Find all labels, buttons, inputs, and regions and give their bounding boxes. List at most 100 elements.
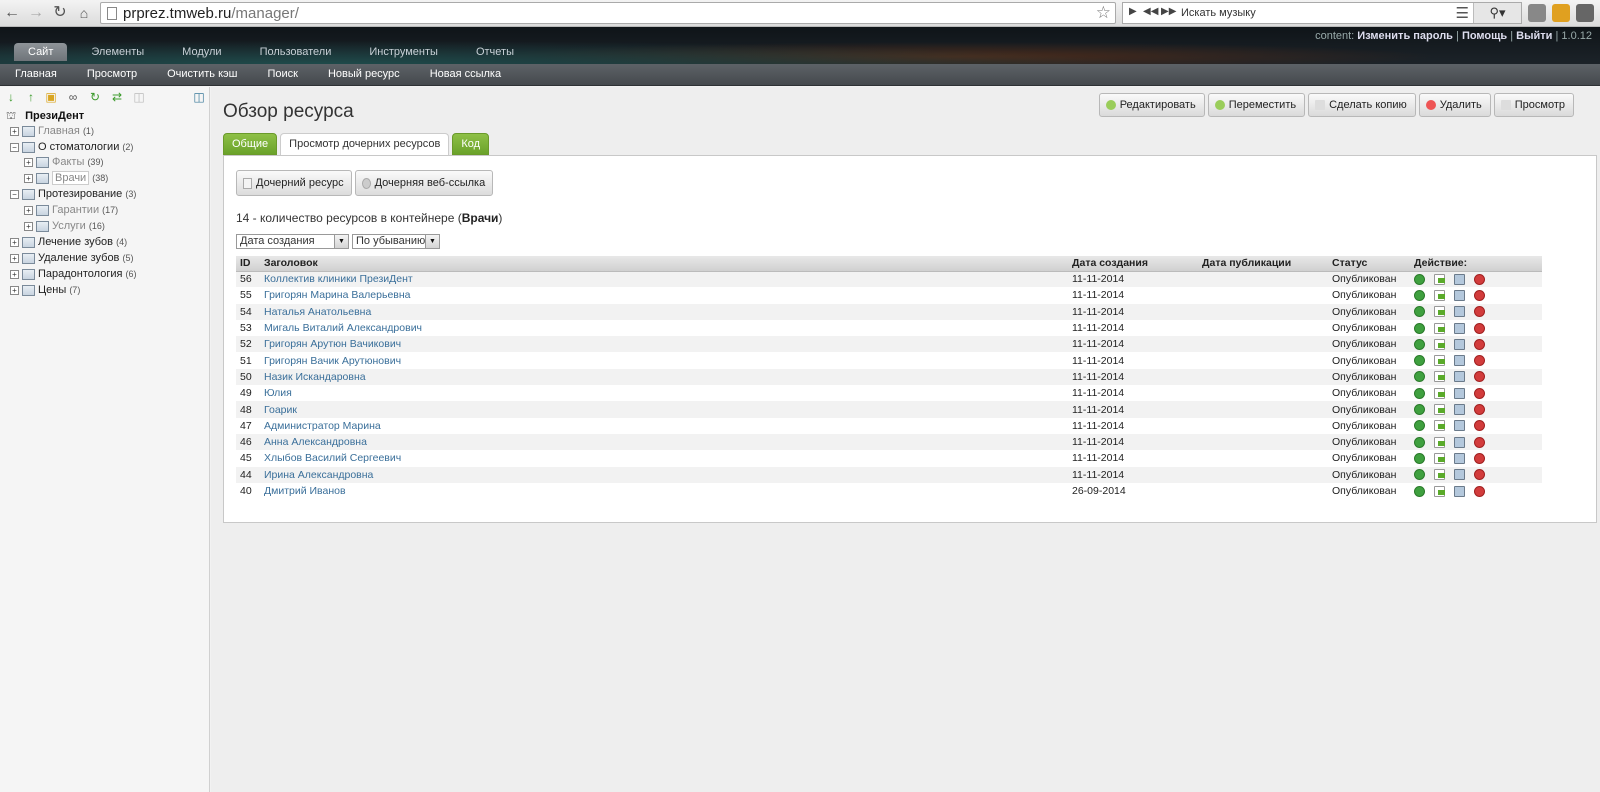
publish-icon[interactable] — [1414, 485, 1425, 497]
delete-icon[interactable] — [1474, 387, 1485, 399]
move-icon[interactable] — [1434, 371, 1445, 383]
move-icon[interactable] — [1434, 355, 1445, 367]
move-icon[interactable] — [1434, 452, 1445, 464]
main-tab-users[interactable]: Пользователи — [246, 43, 346, 61]
duplicate-icon[interactable] — [1454, 404, 1465, 416]
tree-item[interactable]: − О стоматологии (2) — [10, 141, 133, 156]
table-row[interactable]: 49 Юлия 11-11-2014 Опубликован — [236, 385, 1542, 401]
publish-icon[interactable] — [1414, 355, 1425, 367]
subnav-search[interactable]: Поиск — [252, 64, 312, 85]
publish-icon[interactable] — [1414, 387, 1425, 399]
duplicate-icon[interactable] — [1454, 436, 1465, 448]
expand-all-icon[interactable]: ↓ — [4, 90, 18, 104]
delete-icon[interactable] — [1474, 485, 1485, 497]
duplicate-icon[interactable] — [1454, 452, 1465, 464]
publish-icon[interactable] — [1414, 404, 1425, 416]
table-row[interactable]: 46 Анна Александровна 11-11-2014 Опубликова… — [236, 433, 1542, 451]
forward-icon[interactable]: → — [26, 3, 46, 23]
duplicate-icon[interactable] — [1454, 322, 1465, 334]
preview-button[interactable]: Просмотр — [1493, 93, 1574, 117]
expand-icon[interactable]: + — [10, 126, 19, 136]
address-bar[interactable]: prprez.tmweb.ru/manager/ ☆ — [100, 2, 1116, 24]
row-title-link[interactable]: Наталья Анатольевна — [260, 303, 1068, 320]
table-row[interactable]: 52 Григорян Арутюн Вачикович 11-11-2014 Опу… — [236, 336, 1542, 353]
dropdown-arrow-icon[interactable]: ▼ — [425, 235, 439, 248]
expand-icon[interactable]: + — [10, 253, 19, 263]
menu-icon[interactable]: ☰ — [1456, 4, 1469, 22]
publish-icon[interactable] — [1414, 273, 1425, 285]
dropdown-arrow-icon[interactable]: ▼ — [334, 235, 348, 248]
delete-icon[interactable] — [1474, 338, 1485, 350]
delete-icon[interactable] — [1474, 436, 1485, 448]
delete-icon[interactable] — [1474, 469, 1485, 481]
table-row[interactable]: 44 Ирина Александровна 11-11-2014 Опубликов… — [236, 466, 1542, 483]
row-title-link[interactable]: Григорян Марина Валерьевна — [260, 287, 1068, 303]
move-icon[interactable] — [1434, 485, 1445, 497]
change-password-link[interactable]: Изменить пароль — [1357, 30, 1453, 42]
duplicate-icon[interactable] — [1454, 338, 1465, 350]
delete-icon[interactable] — [1474, 273, 1485, 285]
row-title-link[interactable]: Хлыбов Василий Сергеевич — [260, 450, 1068, 466]
table-row[interactable]: 54 Наталья Анатольевна 11-11-2014 Опубликов… — [236, 303, 1542, 320]
column-header-title[interactable]: Заголовок — [260, 256, 1068, 272]
row-title-link[interactable]: Администратор Марина — [260, 418, 1068, 434]
table-row[interactable]: 50 Назик Искандаровна 11-11-2014 Опубликова… — [236, 368, 1542, 386]
publish-icon[interactable] — [1414, 452, 1425, 464]
publish-icon[interactable] — [1414, 371, 1425, 383]
tree-item[interactable]: + Гарантии (17) — [24, 204, 118, 219]
duplicate-icon[interactable] — [1454, 355, 1465, 367]
move-icon[interactable] — [1434, 338, 1445, 350]
table-row[interactable]: 47 Администратор Марина 11-11-2014 Опублико… — [236, 418, 1542, 434]
hide-panel-icon[interactable]: ◫ — [192, 90, 206, 104]
publish-icon[interactable] — [1414, 322, 1425, 334]
move-icon[interactable] — [1434, 404, 1445, 416]
logout-link[interactable]: Выйти — [1516, 30, 1552, 42]
table-row[interactable]: 48 Гоарик 11-11-2014 Опубликован — [236, 401, 1542, 418]
delete-icon[interactable] — [1474, 289, 1485, 301]
delete-icon[interactable] — [1474, 306, 1485, 318]
move-button[interactable]: Переместить — [1207, 93, 1306, 117]
music-search-box[interactable]: ▶ ◀◀ ▶▶ Искать музыку ☰ ⚲▾ — [1122, 2, 1522, 24]
duplicate-icon[interactable] — [1454, 273, 1465, 285]
main-tab-reports[interactable]: Отчеты — [462, 43, 528, 61]
delete-button[interactable]: Удалить — [1418, 93, 1491, 117]
link-icon[interactable]: ∞ — [66, 90, 80, 104]
trash-icon[interactable]: ◫ — [132, 90, 146, 104]
add-child-resource-button[interactable]: Дочерний ресурс — [236, 170, 352, 196]
expand-icon[interactable]: + — [10, 285, 19, 295]
expand-icon[interactable]: + — [24, 205, 33, 215]
expand-icon[interactable]: + — [10, 237, 19, 247]
duplicate-icon[interactable] — [1454, 306, 1465, 318]
duplicate-icon[interactable] — [1454, 485, 1465, 497]
tab-children[interactable]: Просмотр дочерних ресурсов — [280, 133, 450, 156]
delete-icon[interactable] — [1474, 404, 1485, 416]
expand-icon[interactable]: + — [24, 157, 33, 167]
tree-root[interactable]: ⛫ ПрезиДент — [6, 110, 84, 125]
play-icon[interactable]: ▶ — [1129, 6, 1137, 17]
search-icon[interactable]: ⚲▾ — [1473, 3, 1521, 23]
subnav-new-weblink[interactable]: Новая ссылка — [415, 64, 516, 85]
column-header-created[interactable]: Дата создания — [1068, 256, 1198, 272]
collapse-icon[interactable]: − — [10, 189, 19, 199]
duplicate-icon[interactable] — [1454, 371, 1465, 383]
table-row[interactable]: 51 Григорян Вачик Арутюнович 11-11-2014 Опу… — [236, 352, 1542, 368]
tree-item[interactable]: + Факты (39) — [24, 156, 103, 171]
help-link[interactable]: Помощь — [1462, 30, 1507, 42]
move-icon[interactable] — [1434, 387, 1445, 399]
next-icon[interactable]: ▶▶ — [1161, 6, 1176, 17]
row-title-link[interactable]: Назик Искандаровна — [260, 368, 1068, 386]
move-icon[interactable] — [1434, 273, 1445, 285]
tree-item[interactable]: + Удаление зубов (5) — [10, 252, 133, 267]
main-tab-tools[interactable]: Инструменты — [355, 43, 452, 61]
subnav-view[interactable]: Просмотр — [72, 64, 152, 85]
tree-item[interactable]: + Цены (7) — [10, 284, 80, 299]
row-title-link[interactable]: Дмитрий Иванов — [260, 483, 1068, 499]
main-tab-elements[interactable]: Элементы — [77, 43, 158, 61]
row-title-link[interactable]: Коллектив клиники ПрезиДент — [260, 271, 1068, 288]
publish-icon[interactable] — [1414, 289, 1425, 301]
refresh-icon[interactable]: ↻ — [88, 90, 102, 104]
expand-icon[interactable]: + — [10, 269, 19, 279]
main-tab-site[interactable]: Сайт — [14, 43, 68, 61]
new-folder-icon[interactable]: ▣ — [44, 90, 58, 104]
tab-code[interactable]: Код — [452, 133, 490, 155]
